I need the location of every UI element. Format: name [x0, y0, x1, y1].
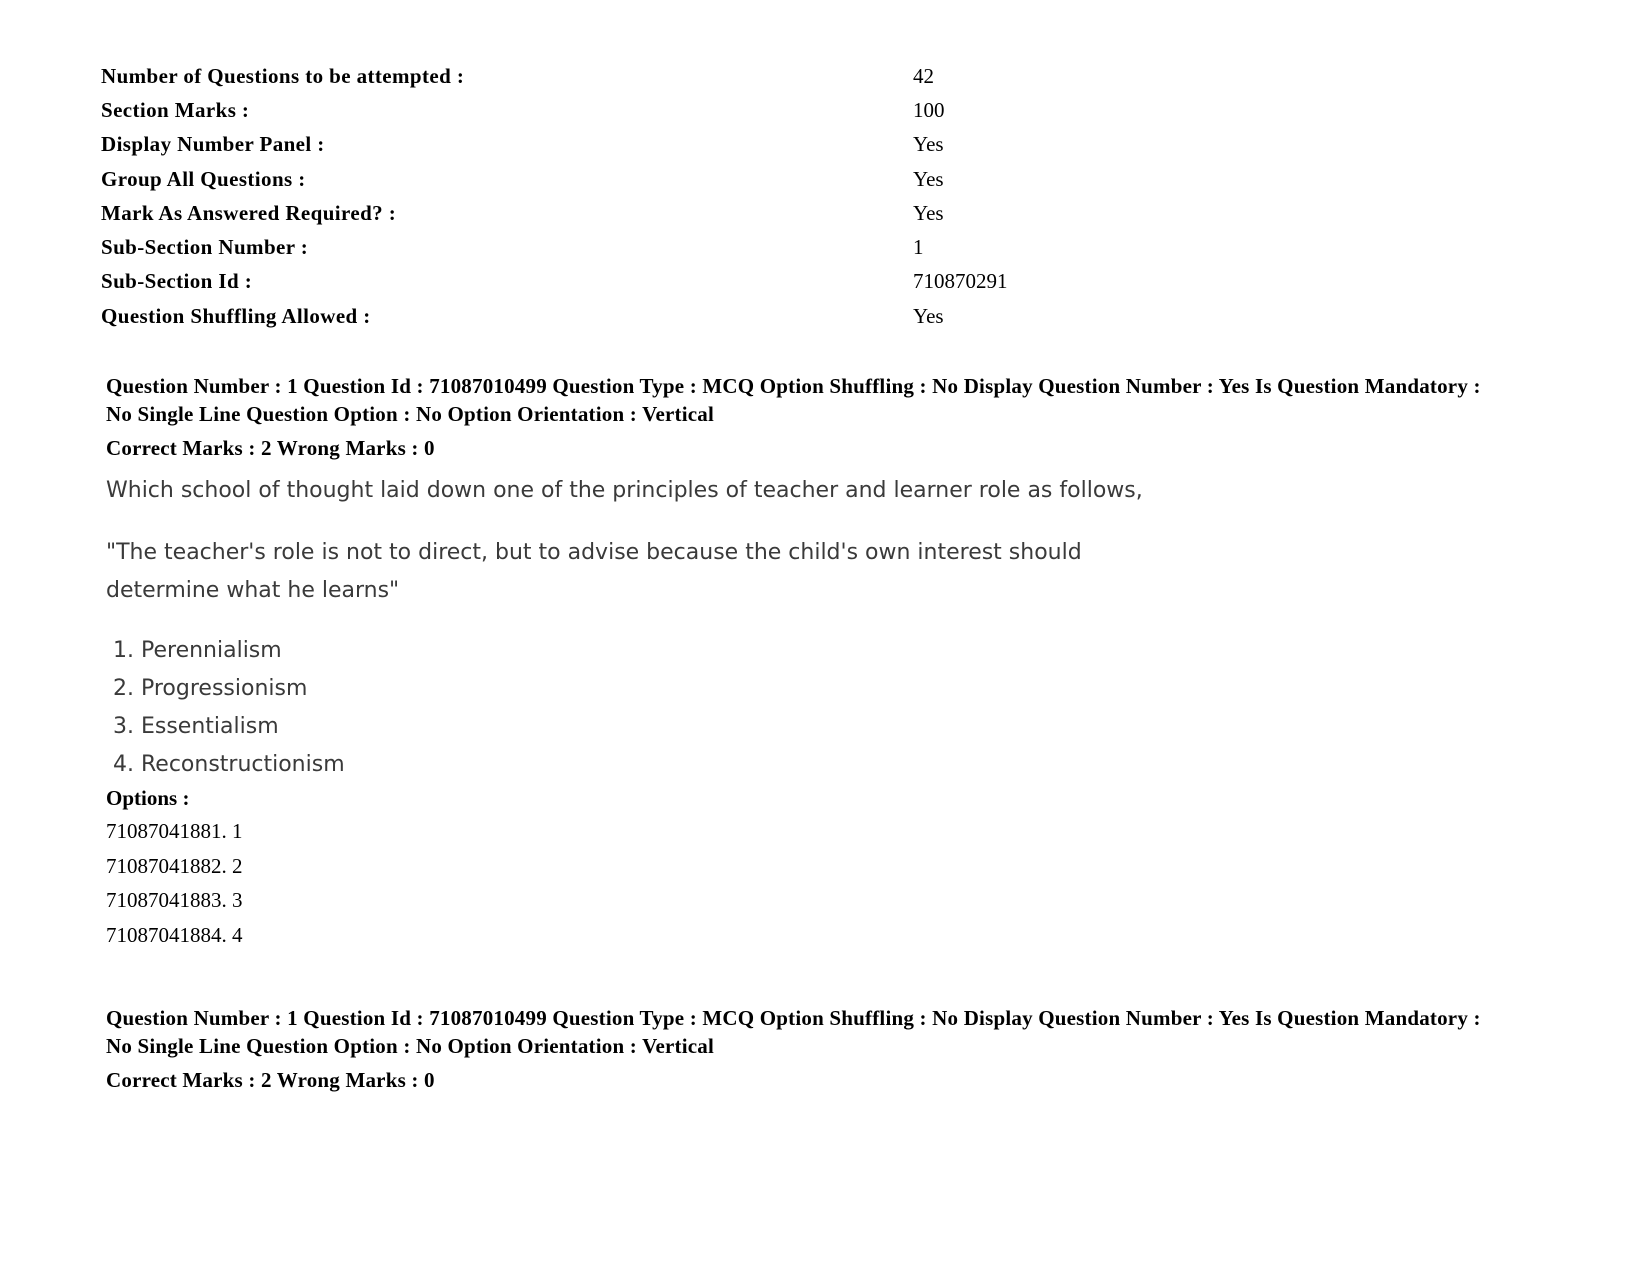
- option-id-row: 71087041882. 2: [106, 853, 243, 878]
- question-stem: Which school of thought laid down one of…: [106, 478, 1143, 503]
- choice-item: 3. Essentialism: [113, 714, 279, 739]
- section-info-label: Display Number Panel :: [101, 132, 325, 157]
- section-info-table: Number of Questions to be attempted : 42…: [101, 59, 1008, 333]
- section-info-label: Sub-Section Id :: [101, 269, 253, 294]
- section-info-label: Group All Questions :: [101, 166, 306, 191]
- options-label: Options :: [106, 786, 190, 810]
- section-info-row: Sub-Section Number : 1: [101, 230, 1008, 264]
- question-marks: Correct Marks : 2 Wrong Marks : 0: [106, 1068, 435, 1092]
- choice-list: 1. Perennialism 2. Progressionism 3. Ess…: [106, 632, 1506, 784]
- question-marks: Correct Marks : 2 Wrong Marks : 0: [106, 436, 435, 460]
- section-info-label: Mark As Answered Required? :: [101, 200, 397, 225]
- section-info-row: Section Marks : 100: [101, 93, 1008, 127]
- section-info-label: Number of Questions to be attempted :: [101, 63, 465, 88]
- section-info-value: 100: [913, 97, 945, 122]
- question-block: Question Number : 1 Question Id : 710870…: [106, 1004, 1506, 1094]
- question-header: Question Number : 1 Question Id : 710870…: [106, 1006, 1481, 1058]
- section-info-row: Sub-Section Id : 710870291: [101, 265, 1008, 299]
- choice-item: 4. Reconstructionism: [113, 752, 345, 777]
- section-info-value: 710870291: [913, 269, 1008, 294]
- section-info-value: 42: [913, 63, 934, 88]
- choice-item: 1. Perennialism: [113, 638, 282, 663]
- option-id-row: 71087041881. 1: [106, 819, 243, 843]
- section-info-row: Number of Questions to be attempted : 42: [101, 59, 1008, 93]
- option-id-row: 71087041884. 4: [106, 922, 243, 947]
- section-info-row: Display Number Panel : Yes: [101, 128, 1008, 162]
- section-info-label: Sub-Section Number :: [101, 235, 309, 260]
- choice-item: 2. Progressionism: [113, 676, 308, 701]
- section-info-value: 1: [913, 235, 924, 260]
- section-info-value: Yes: [913, 200, 944, 225]
- section-info-row: Mark As Answered Required? : Yes: [101, 196, 1008, 230]
- section-info-label: Question Shuffling Allowed :: [101, 303, 371, 328]
- question-quote: "The teacher's role is not to direct, bu…: [106, 540, 1082, 603]
- section-info-row: Group All Questions : Yes: [101, 162, 1008, 196]
- option-id-row: 71087041883. 3: [106, 888, 243, 912]
- question-block: Question Number : 1 Question Id : 710870…: [106, 372, 1506, 952]
- section-info-label: Section Marks :: [101, 97, 250, 122]
- section-info-value: Yes: [913, 303, 944, 328]
- question-header: Question Number : 1 Question Id : 710870…: [106, 374, 1481, 426]
- section-info-value: Yes: [913, 132, 944, 157]
- section-info-value: Yes: [913, 166, 944, 191]
- section-info-row: Question Shuffling Allowed : Yes: [101, 299, 1008, 333]
